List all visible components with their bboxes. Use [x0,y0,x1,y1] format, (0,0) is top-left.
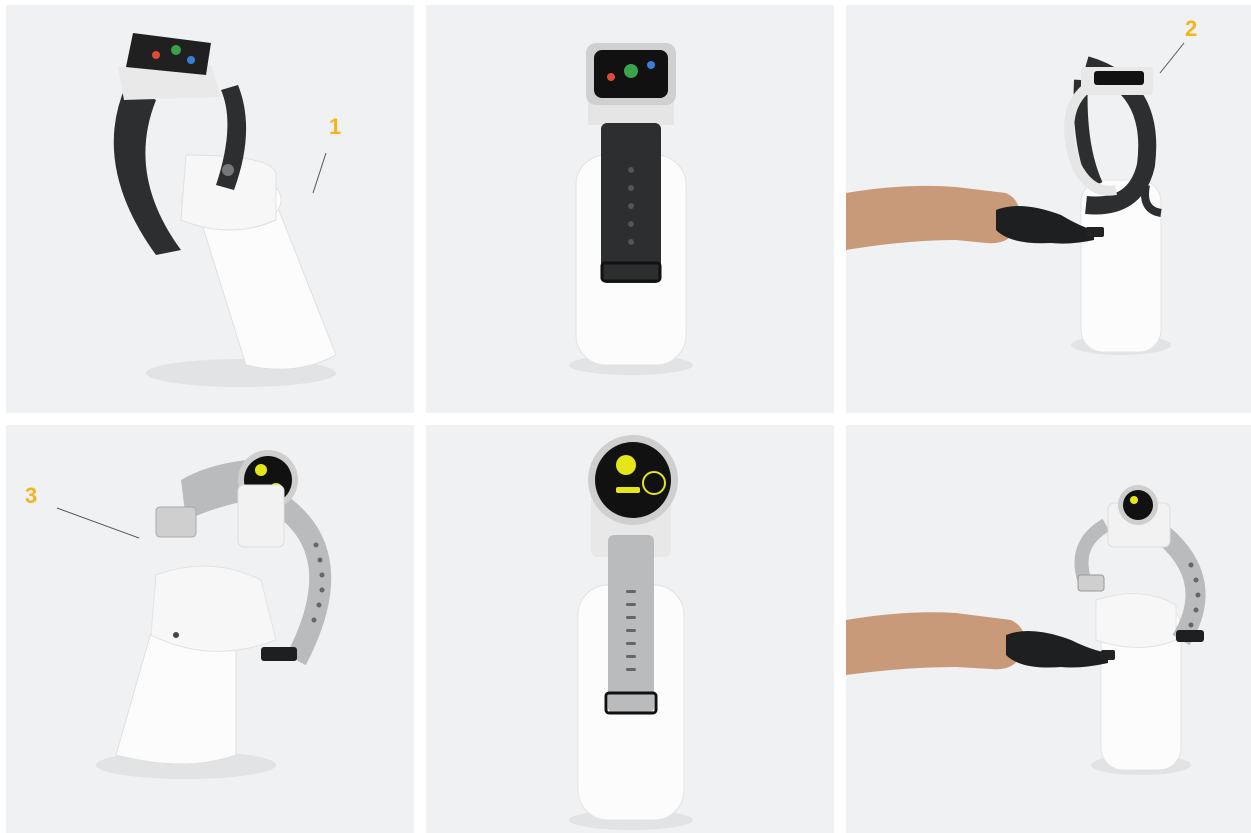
photo-panel-5 [426,425,834,833]
callout-1-leader-line [312,152,327,194]
photo-panel-6 [846,425,1251,833]
photo-panel-4: 3 [6,425,414,833]
photo-panel-1: 1 [6,5,414,413]
round-watch-stand-hand-key-illustration [846,485,1206,775]
photo-panel-3: 2 [846,5,1251,413]
square-watch-stand-front-illustration [569,43,693,375]
callout-3-leader-line [56,507,140,539]
round-watch-stand-front-illustration [569,435,693,830]
photo-panel-2 [426,5,834,413]
callout-2-leader-line [1159,42,1185,74]
